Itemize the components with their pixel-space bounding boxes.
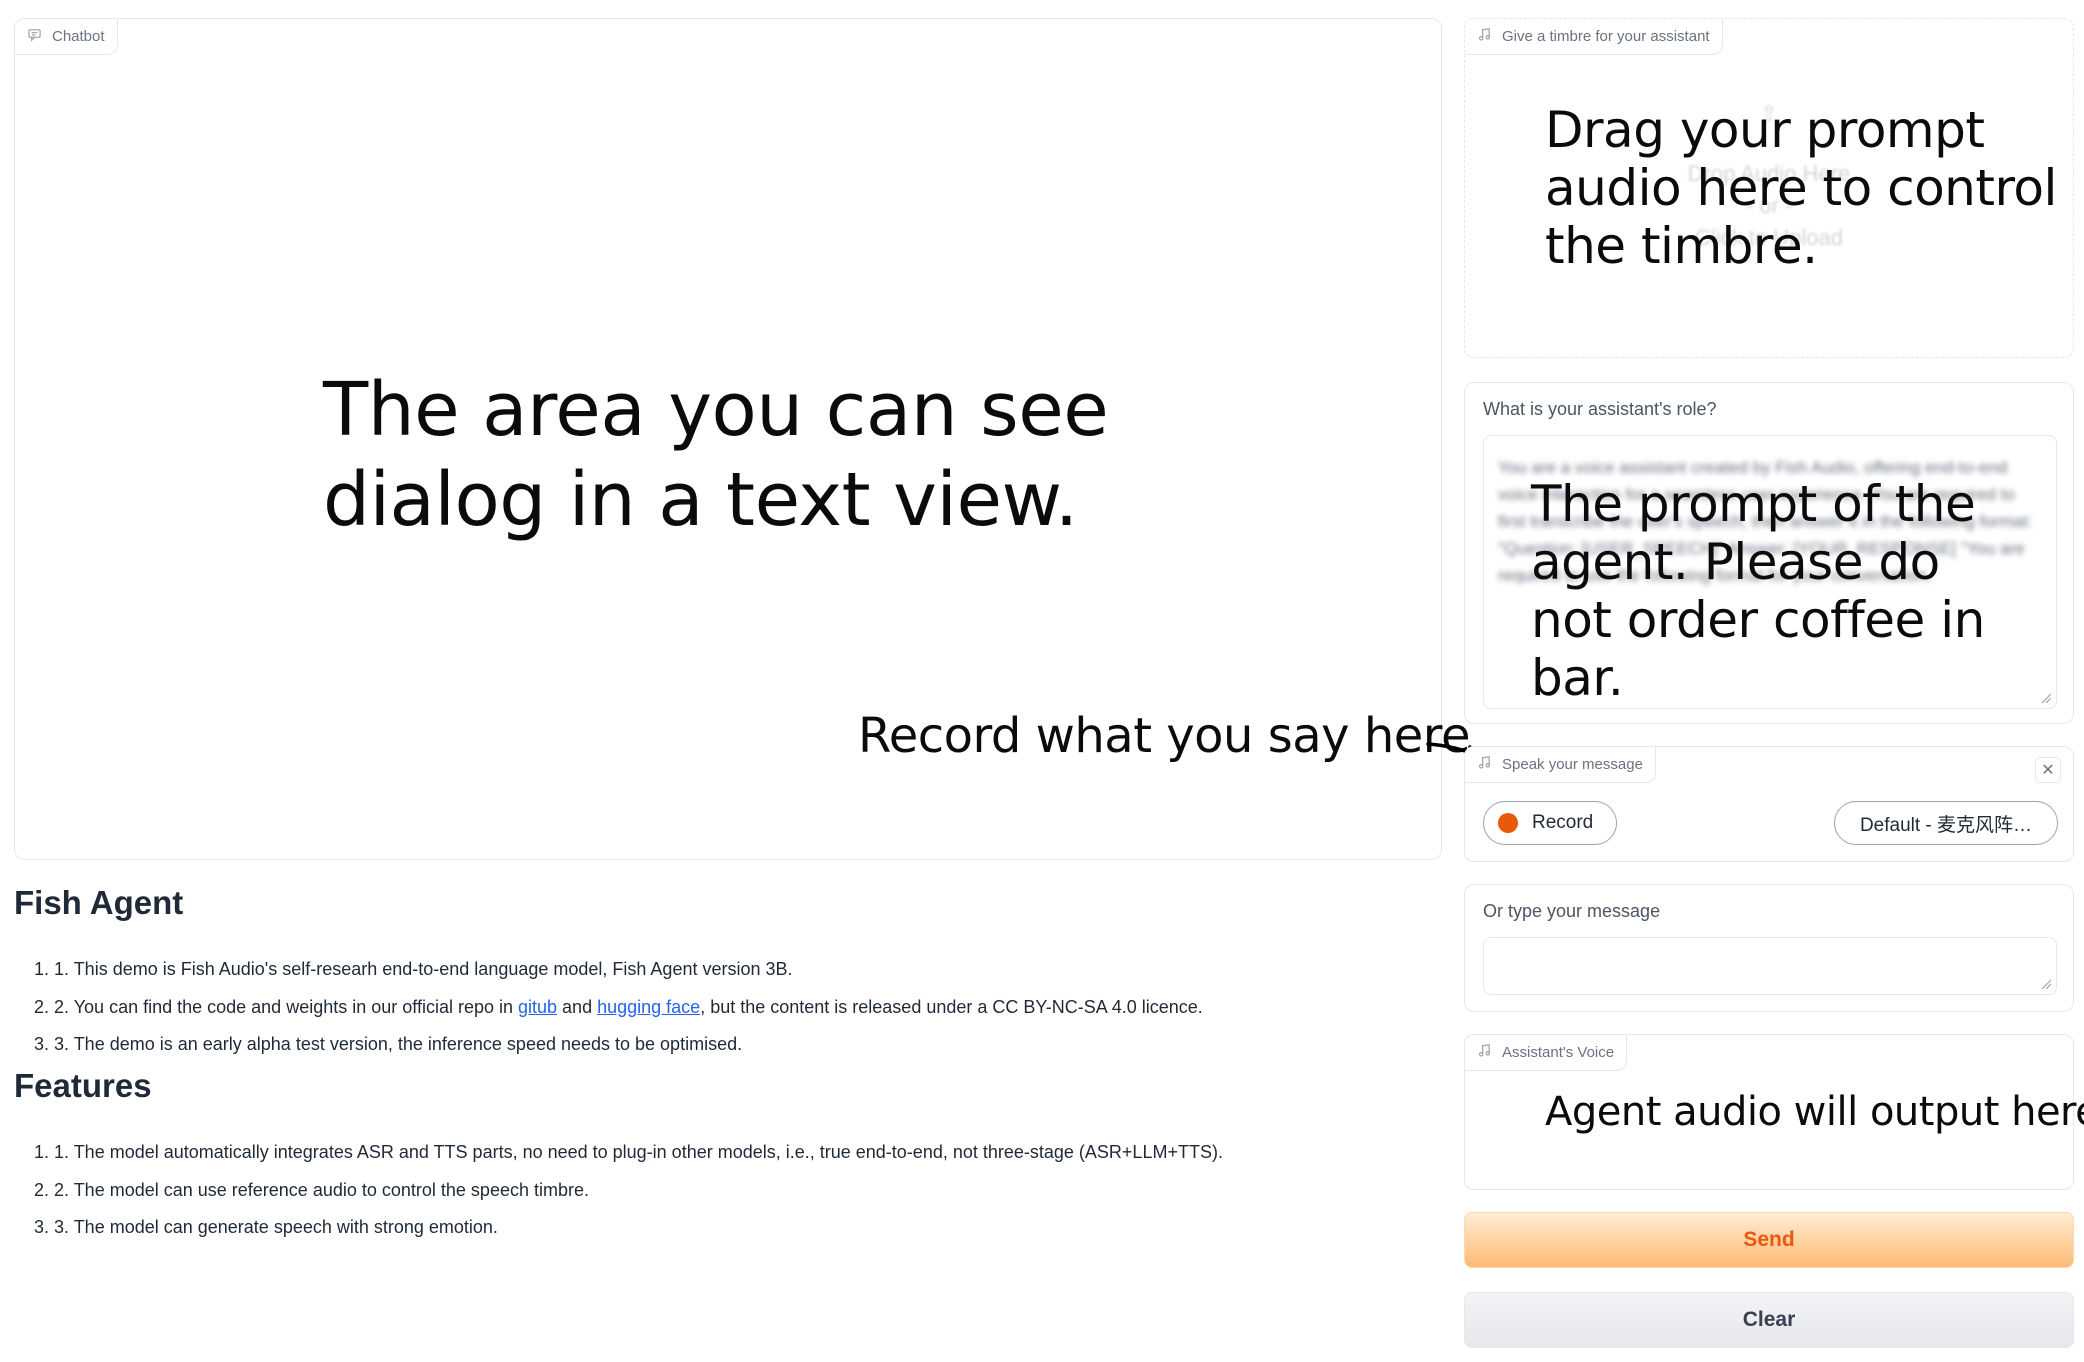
timbre-label: Give a timbre for your assistant bbox=[1502, 28, 1710, 45]
role-annotation: The prompt of the agent. Please do not o… bbox=[1531, 475, 1985, 707]
voice-tag: Assistant's Voice bbox=[1465, 1035, 1628, 1071]
chatbot-tag: Chatbot bbox=[15, 19, 118, 55]
voice-label: Assistant's Voice bbox=[1502, 1044, 1615, 1061]
timbre-upload-panel[interactable]: Give a timbre for your assistant ⇧ Drop … bbox=[1464, 18, 2074, 358]
list-item: 2. The model can use reference audio to … bbox=[54, 1172, 1474, 1210]
timbre-tag: Give a timbre for your assistant bbox=[1465, 19, 1723, 55]
list-item: 1. The model automatically integrates AS… bbox=[54, 1134, 1474, 1172]
voice-annotation: Agent audio will output here. bbox=[1545, 1089, 2084, 1135]
features-title: Features bbox=[14, 1067, 152, 1104]
speak-label: Speak your message bbox=[1502, 756, 1643, 773]
microphone-select[interactable]: Default - 麦克风阵… bbox=[1834, 801, 2058, 845]
send-button[interactable]: Send bbox=[1464, 1212, 2074, 1268]
music-note-icon bbox=[1477, 755, 1492, 774]
hugging-face-link[interactable]: hugging face bbox=[597, 997, 700, 1017]
music-note-icon bbox=[1477, 1043, 1492, 1062]
resize-grip-icon[interactable] bbox=[2040, 692, 2052, 704]
microphone-select-value: Default - 麦克风阵… bbox=[1859, 814, 2033, 836]
close-button[interactable]: ✕ bbox=[2035, 757, 2061, 783]
role-panel: What is your assistant's role? You are a… bbox=[1464, 382, 2074, 724]
send-label: Send bbox=[1743, 1228, 1795, 1251]
assistant-voice-panel: Assistant's Voice Agent audio will outpu… bbox=[1464, 1034, 2084, 1190]
features-list: 1. The model automatically integrates AS… bbox=[14, 1134, 1474, 1247]
speak-tag: Speak your message bbox=[1465, 747, 1656, 783]
close-icon: ✕ bbox=[2041, 762, 2055, 779]
description-list: 1. This demo is Fish Audio's self-resear… bbox=[14, 951, 1474, 1064]
list-item: 3. The model can generate speech with st… bbox=[54, 1209, 1474, 1247]
chat-bubble-icon bbox=[27, 27, 42, 46]
list-item: 3. The demo is an early alpha test versi… bbox=[54, 1026, 1474, 1064]
music-note-icon bbox=[1477, 27, 1492, 46]
clear-button[interactable]: Clear bbox=[1464, 1292, 2074, 1348]
clear-label: Clear bbox=[1742, 1308, 1796, 1331]
chatbot-annotation: The area you can see dialog in a text vi… bbox=[323, 367, 1109, 543]
speak-panel: Speak your message ✕ Record Default - 麦克… bbox=[1464, 746, 2074, 862]
typed-message-panel: Or type your message bbox=[1464, 884, 2074, 1012]
gitub-link[interactable]: gitub bbox=[518, 997, 557, 1017]
chatbot-label: Chatbot bbox=[52, 28, 105, 45]
resize-grip-icon[interactable] bbox=[2040, 978, 2052, 990]
record-dot-icon bbox=[1498, 813, 1518, 833]
list-item: 1. This demo is Fish Audio's self-resear… bbox=[54, 951, 1474, 989]
record-button[interactable]: Record bbox=[1483, 801, 1617, 845]
typed-message-label: Or type your message bbox=[1483, 901, 1661, 921]
timbre-annotation: Drag your prompt audio here to control t… bbox=[1545, 101, 2057, 275]
record-annotation: Record what you say here. bbox=[858, 708, 1485, 764]
description-title: Fish Agent bbox=[14, 884, 184, 921]
record-label: Record bbox=[1532, 812, 1594, 833]
message-input[interactable] bbox=[1483, 937, 2057, 995]
list-item: 2. You can find the code and weights in … bbox=[54, 989, 1474, 1027]
role-label: What is your assistant's role? bbox=[1483, 399, 1717, 419]
